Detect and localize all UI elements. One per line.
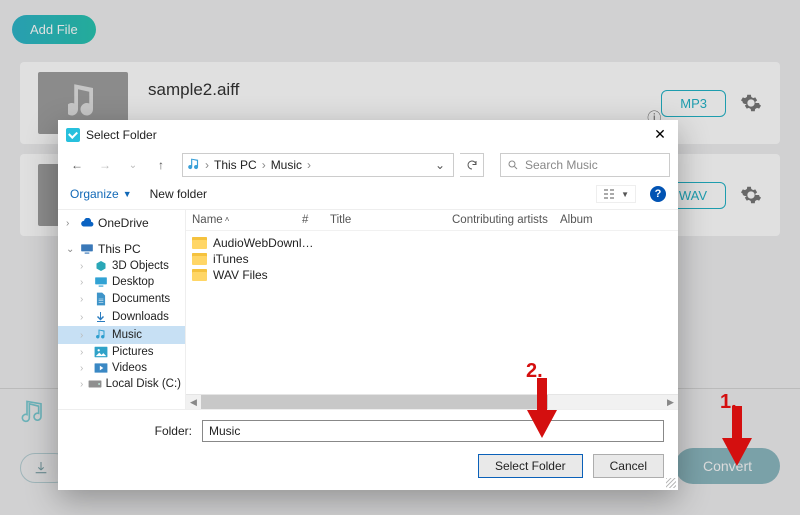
tree-item-label: 3D Objects bbox=[112, 260, 169, 272]
chevron-down-icon: ▼ bbox=[621, 190, 629, 199]
list-item[interactable]: WAV Files bbox=[186, 267, 678, 283]
tree-item-label: Documents bbox=[112, 293, 170, 305]
download-icon bbox=[94, 310, 108, 324]
new-folder-button[interactable]: New folder bbox=[150, 187, 207, 201]
doc-icon bbox=[94, 292, 108, 306]
close-icon[interactable]: ✕ bbox=[650, 126, 670, 143]
sort-caret-icon: ˄ bbox=[225, 215, 230, 224]
folder-name-input[interactable] bbox=[202, 420, 664, 442]
tree-item-label: Local Disk (C:) bbox=[106, 378, 181, 390]
search-icon bbox=[507, 159, 519, 171]
nav-recent-button[interactable]: ⌄ bbox=[122, 154, 144, 176]
folder-icon bbox=[192, 237, 207, 249]
organize-menu[interactable]: Organize ▼ bbox=[70, 187, 132, 201]
chevron-down-icon[interactable]: ⌄ bbox=[431, 158, 449, 172]
tree-item-pictures[interactable]: ›Pictures bbox=[58, 344, 185, 360]
cancel-button[interactable]: Cancel bbox=[593, 454, 664, 478]
tree-item-3d-objects[interactable]: ›3D Objects bbox=[58, 258, 185, 274]
dialog-body: ›OneDrive ⌄This PC ›3D Objects›Desktop›D… bbox=[58, 210, 678, 409]
pc-icon bbox=[80, 243, 94, 255]
chevron-right-icon: › bbox=[305, 158, 313, 172]
breadcrumb-segment[interactable]: Music bbox=[270, 158, 303, 172]
picture-icon bbox=[94, 346, 108, 358]
select-folder-button[interactable]: Select Folder bbox=[478, 454, 583, 478]
tree-item-label: Desktop bbox=[112, 276, 154, 288]
tree-item-videos[interactable]: ›Videos bbox=[58, 360, 185, 376]
search-input[interactable]: Search Music bbox=[500, 153, 670, 177]
list-item-name: iTunes bbox=[213, 252, 249, 266]
refresh-icon bbox=[466, 159, 478, 171]
select-folder-dialog: Select Folder ✕ ← → ⌄ ↑ › This PC › Musi… bbox=[58, 120, 678, 490]
refresh-button[interactable] bbox=[460, 153, 484, 177]
resize-grip[interactable] bbox=[666, 478, 676, 488]
help-icon[interactable]: ? bbox=[650, 186, 666, 202]
scroll-left-icon[interactable]: ◀ bbox=[186, 397, 201, 408]
folder-field-label: Folder: bbox=[72, 424, 192, 438]
chevron-down-icon: ▼ bbox=[123, 189, 132, 199]
nav-forward-button[interactable]: → bbox=[94, 154, 116, 176]
dialog-navbar: ← → ⌄ ↑ › This PC › Music › ⌄ Search Mus… bbox=[58, 149, 678, 181]
view-icon bbox=[603, 188, 617, 200]
view-options-button[interactable]: ▼ bbox=[596, 185, 636, 203]
music-folder-icon bbox=[187, 158, 201, 172]
tree-item-onedrive[interactable]: ›OneDrive bbox=[58, 214, 185, 232]
tree-item-local-disk-c-[interactable]: ›Local Disk (C:) bbox=[58, 376, 185, 392]
horizontal-scrollbar[interactable]: ◀ ▶ bbox=[186, 394, 678, 409]
dialog-title: Select Folder bbox=[86, 128, 650, 142]
tree-item-label: Pictures bbox=[112, 346, 154, 358]
tree-item-music[interactable]: ›Music bbox=[58, 326, 185, 344]
breadcrumb-segment[interactable]: This PC bbox=[213, 158, 258, 172]
folder-icon bbox=[192, 253, 207, 265]
column-headers[interactable]: Name ˄ # Title Contributing artists Albu… bbox=[186, 210, 678, 231]
cube-icon bbox=[94, 260, 108, 272]
folder-icon bbox=[192, 269, 207, 281]
nav-up-button[interactable]: ↑ bbox=[150, 154, 172, 176]
tree-item-this-pc[interactable]: ⌄This PC bbox=[58, 240, 185, 258]
tree-item-documents[interactable]: ›Documents bbox=[58, 290, 185, 308]
desktop-icon bbox=[94, 276, 108, 288]
chevron-right-icon: › bbox=[203, 158, 211, 172]
folder-tree[interactable]: ›OneDrive ⌄This PC ›3D Objects›Desktop›D… bbox=[58, 210, 186, 409]
dialog-titlebar: Select Folder ✕ bbox=[58, 120, 678, 149]
cloud-icon bbox=[80, 218, 94, 228]
disk-icon bbox=[88, 378, 102, 390]
chevron-right-icon: › bbox=[260, 158, 268, 172]
breadcrumb[interactable]: › This PC › Music › ⌄ bbox=[182, 153, 454, 177]
scrollbar-thumb[interactable] bbox=[201, 395, 548, 409]
tree-item-label: Videos bbox=[112, 362, 147, 374]
list-item-name: WAV Files bbox=[213, 268, 268, 282]
tree-item-label: Downloads bbox=[112, 311, 169, 323]
list-item[interactable]: iTunes bbox=[186, 251, 678, 267]
tree-item-label: Music bbox=[112, 329, 142, 341]
list-item[interactable]: AudioWebDownloa... bbox=[186, 235, 678, 251]
video-icon bbox=[94, 362, 108, 374]
list-item-name: AudioWebDownloa... bbox=[213, 236, 318, 250]
music-icon bbox=[94, 328, 108, 342]
dialog-footer: Folder: Select Folder Cancel bbox=[58, 409, 678, 490]
dialog-toolbar: Organize ▼ New folder ▼ ? bbox=[58, 181, 678, 210]
scroll-right-icon[interactable]: ▶ bbox=[663, 397, 678, 408]
app-logo-icon bbox=[66, 128, 80, 142]
tree-item-downloads[interactable]: ›Downloads bbox=[58, 308, 185, 326]
file-list[interactable]: Name ˄ # Title Contributing artists Albu… bbox=[186, 210, 678, 409]
nav-back-button[interactable]: ← bbox=[66, 154, 88, 176]
tree-item-desktop[interactable]: ›Desktop bbox=[58, 274, 185, 290]
search-placeholder: Search Music bbox=[525, 158, 598, 172]
